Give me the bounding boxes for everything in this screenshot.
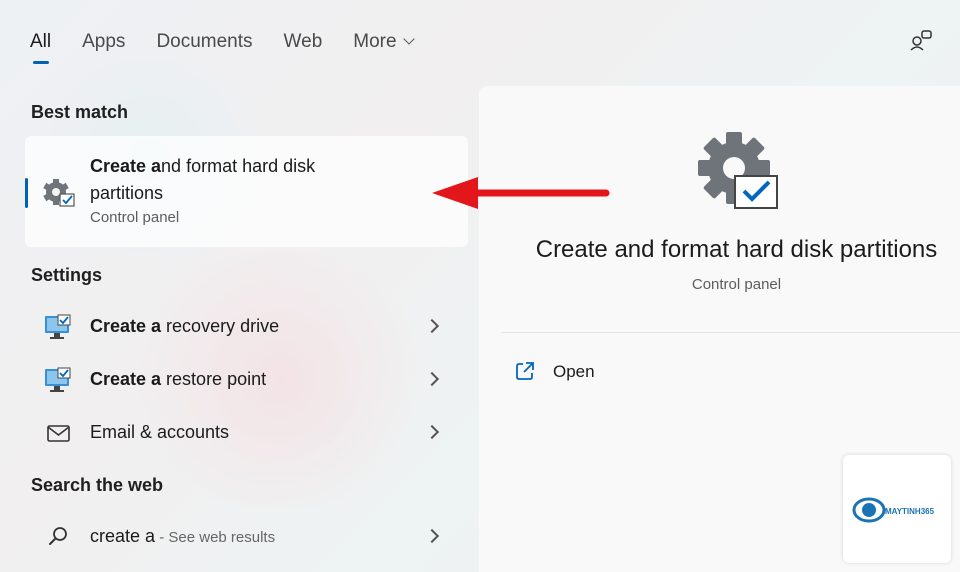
settings-item-label: Create a recovery drive — [90, 316, 279, 337]
web-search-suffix: - See web results — [155, 529, 276, 546]
settings-item-label: Email & accounts — [90, 422, 229, 443]
search-icon — [49, 527, 67, 545]
open-label: Open — [553, 362, 595, 381]
best-match-title: Create and format hard disk partitions — [90, 153, 350, 207]
web-search-result[interactable]: create a - See web results — [25, 512, 468, 562]
section-search-web: Search the web — [31, 475, 164, 495]
account-switch-icon[interactable] — [909, 28, 933, 52]
settings-item-label: Create a restore point — [90, 369, 266, 390]
settings-item-email-accounts[interactable]: Email & accounts — [25, 408, 468, 458]
label-remainder: Email & accounts — [90, 422, 230, 442]
settings-item-restore-point[interactable]: Create a restore point — [25, 355, 468, 405]
web-search-query: create a — [90, 526, 156, 546]
best-match-result[interactable]: Create and format hard disk partitions C… — [25, 136, 468, 247]
label-remainder: recovery drive — [161, 316, 280, 336]
query-highlight: Create a — [90, 316, 162, 336]
selection-indicator — [25, 178, 28, 208]
monitor-check-icon — [45, 367, 71, 392]
chevron-down-icon — [402, 33, 415, 45]
mail-icon — [47, 425, 70, 442]
tab-apps[interactable]: Apps — [82, 28, 125, 53]
chevron-right-icon[interactable] — [424, 528, 440, 544]
tab-more-label: More — [353, 31, 397, 52]
globe-logo-icon — [852, 497, 886, 523]
chevron-right-icon[interactable] — [424, 424, 440, 440]
section-best-match: Best match — [31, 102, 129, 122]
gear-checkbox-icon — [43, 179, 75, 207]
web-search-label: create a - See web results — [90, 526, 275, 547]
section-settings: Settings — [31, 265, 103, 285]
settings-item-recovery-drive[interactable]: Create a recovery drive — [25, 302, 468, 352]
monitor-check-icon — [45, 314, 71, 339]
open-external-icon — [516, 362, 534, 380]
detail-subtitle: Control panel — [691, 276, 782, 293]
chevron-right-icon[interactable] — [424, 318, 440, 334]
divider — [501, 332, 960, 333]
tab-documents[interactable]: Documents — [156, 28, 252, 53]
gear-checkbox-icon — [698, 132, 778, 209]
chevron-right-icon[interactable] — [424, 371, 440, 387]
query-highlight: Create a — [90, 156, 162, 176]
tab-web[interactable]: Web — [284, 28, 323, 53]
search-tabs: All Apps Documents Web More — [30, 28, 444, 68]
watermark-text: MAYTINH365 — [885, 507, 935, 516]
tab-all[interactable]: All — [30, 28, 51, 64]
detail-title: Create and format hard disk partitions — [535, 236, 938, 263]
query-highlight: Create a — [90, 369, 162, 389]
best-match-subtitle: Control panel — [90, 209, 180, 226]
label-remainder: restore point — [161, 369, 267, 389]
watermark-logo: MAYTINH365 — [843, 455, 951, 563]
tab-more[interactable]: More — [353, 28, 415, 53]
annotation-arrow-icon — [432, 177, 610, 209]
